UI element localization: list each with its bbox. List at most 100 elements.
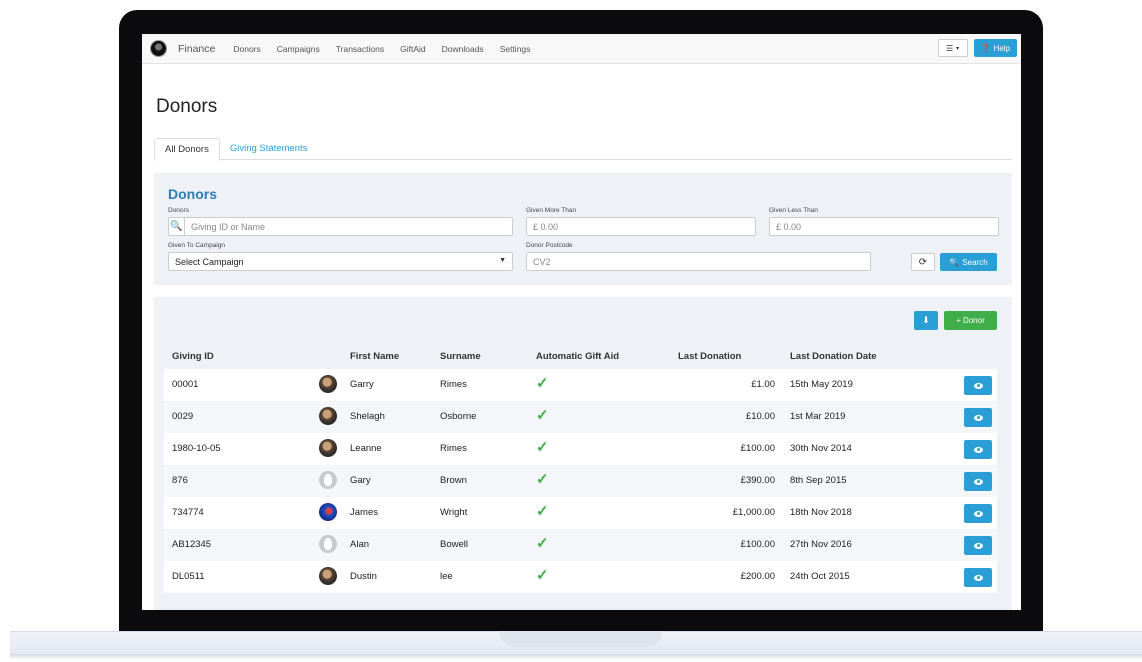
view-donor-button[interactable] [964, 440, 992, 459]
top-navbar: Finance Donors Campaigns Transactions Gi… [142, 34, 1021, 64]
avatar [319, 503, 337, 521]
laptop-notch [500, 631, 662, 647]
nav-item-settings[interactable]: Settings [500, 44, 531, 54]
cell-last-donation-date: 1st Mar 2019 [790, 411, 846, 422]
campaign-select[interactable]: Select Campaign ▼ [168, 252, 513, 271]
cell-surname: lee [440, 571, 453, 582]
avatar [319, 407, 337, 425]
table-row[interactable]: 0029 Shelagh Osborne ✓ £10.00 1st Mar 2019 [164, 401, 997, 433]
eye-icon [973, 446, 983, 453]
eye-icon [973, 382, 983, 389]
view-donor-button[interactable] [964, 376, 992, 395]
cell-last-donation-date: 30th Nov 2014 [790, 443, 852, 454]
table-row[interactable]: 1980-10-05 Leanne Rimes ✓ £100.00 30th Nov 20… [164, 433, 997, 465]
table-row[interactable]: 734774 James Wright ✓ £1,000.00 18th Nov 2018 [164, 497, 997, 529]
header-giving-id[interactable]: Giving ID [172, 351, 214, 362]
given-more-input[interactable]: £ 0.00 [526, 217, 756, 236]
donor-search-placeholder: Giving ID or Name [191, 221, 266, 232]
download-icon: ⬇ [922, 315, 930, 325]
cell-giving-id: 1980-10-05 [172, 443, 221, 454]
table-row[interactable]: DL0511 Dustin lee ✓ £200.00 24th Oct 2015 [164, 561, 997, 593]
tab-giving-statements[interactable]: Giving Statements [220, 138, 318, 159]
eye-icon [973, 478, 983, 485]
help-button[interactable]: ❓ Help [973, 39, 1017, 57]
list-menu-button[interactable]: ☰ ▾ [937, 39, 968, 57]
cell-first-name: Alan [350, 539, 370, 550]
campaign-select-value: Select Campaign [175, 256, 244, 267]
brand-label[interactable]: Finance [178, 43, 215, 55]
check-icon: ✓ [536, 439, 549, 456]
help-label: Help [993, 43, 1010, 53]
eye-icon [973, 574, 983, 581]
check-icon: ✓ [536, 567, 549, 584]
cell-last-donation: £390.00 [740, 475, 775, 486]
cell-first-name: Shelagh [350, 411, 385, 422]
cell-last-donation-date: 18th Nov 2018 [790, 507, 852, 518]
cell-last-donation: £100.00 [740, 443, 775, 454]
header-surname[interactable]: Surname [440, 351, 481, 362]
view-donor-button[interactable] [964, 536, 992, 555]
chevron-down-icon: ▼ [499, 257, 506, 264]
page-title: Donors [156, 96, 218, 117]
cell-first-name: Leanne [350, 443, 382, 454]
download-button[interactable]: ⬇ [914, 311, 938, 330]
avatar [319, 535, 337, 553]
nav-item-transactions[interactable]: Transactions [336, 44, 384, 54]
postcode-value: CV2 [533, 256, 551, 267]
app-screen: Finance Donors Campaigns Transactions Gi… [142, 34, 1021, 610]
check-icon: ✓ [536, 535, 549, 552]
header-last-donation[interactable]: Last Donation [678, 351, 741, 362]
tabs: All Donors Giving Statements [154, 138, 1012, 161]
postcode-input[interactable]: CV2 [526, 252, 871, 271]
nav-item-campaigns[interactable]: Campaigns [277, 44, 320, 54]
cell-surname: Brown [440, 475, 467, 486]
postcode-label: Donor Postcode [526, 242, 573, 249]
table-row[interactable]: AB12345 Alan Bowell ✓ £100.00 27th Nov 2016 [164, 529, 997, 561]
filter-title: Donors [168, 186, 217, 202]
search-icon: 🔍 [169, 218, 185, 235]
refresh-button[interactable]: ⟳ [911, 253, 935, 271]
cell-surname: Osborne [440, 411, 477, 422]
avatar [319, 439, 337, 457]
header-first-name[interactable]: First Name [350, 351, 399, 362]
avatar [319, 375, 337, 393]
search-button[interactable]: 🔍 Search [940, 253, 997, 271]
tab-all-donors[interactable]: All Donors [154, 138, 220, 161]
cell-last-donation: £100.00 [740, 539, 775, 550]
view-donor-button[interactable] [964, 408, 992, 427]
view-donor-button[interactable] [964, 504, 992, 523]
search-icon: 🔍 [949, 257, 960, 267]
cell-surname: Bowell [440, 539, 468, 550]
table-row[interactable]: 00001 Garry Rimes ✓ £1.00 15th May 2019 [164, 369, 997, 401]
add-donor-label: Donor [962, 316, 985, 325]
laptop-mockup: Finance Donors Campaigns Transactions Gi… [0, 0, 1142, 662]
header-automatic-gift-aid[interactable]: Automatic Gift Aid [536, 351, 619, 362]
search-button-label: Search [962, 257, 988, 267]
cell-giving-id: 876 [172, 475, 188, 486]
view-donor-button[interactable] [964, 472, 992, 491]
table-row[interactable]: 876 Gary Brown ✓ £390.00 8th Sep 2015 [164, 465, 997, 497]
nav-item-donors[interactable]: Donors [233, 44, 260, 54]
donors-label: Donors [168, 207, 189, 214]
cell-giving-id: 0029 [172, 411, 194, 422]
eye-icon [973, 542, 983, 549]
cell-surname: Rimes [440, 443, 467, 454]
nav-item-giftaid[interactable]: GiftAid [400, 44, 426, 54]
list-icon: ☰ [945, 43, 954, 53]
add-donor-button[interactable]: + Donor [944, 311, 997, 330]
given-more-value: £ 0.00 [533, 221, 559, 232]
donor-search-input[interactable]: 🔍 Giving ID or Name [168, 217, 513, 236]
cell-giving-id: DL0511 [172, 571, 205, 582]
cell-last-donation-date: 24th Oct 2015 [790, 571, 850, 582]
cell-last-donation: £1.00 [751, 379, 775, 390]
cell-last-donation-date: 27th Nov 2016 [790, 539, 852, 550]
given-less-label: Given Less Than [769, 207, 819, 214]
eye-icon [973, 510, 983, 517]
eye-icon [973, 414, 983, 421]
cell-last-donation-date: 15th May 2019 [790, 379, 853, 390]
view-donor-button[interactable] [964, 568, 992, 587]
nav-item-downloads[interactable]: Downloads [442, 44, 484, 54]
logo-icon[interactable] [150, 40, 167, 57]
given-less-input[interactable]: £ 0.00 [769, 217, 999, 236]
header-last-donation-date[interactable]: Last Donation Date [790, 351, 877, 362]
